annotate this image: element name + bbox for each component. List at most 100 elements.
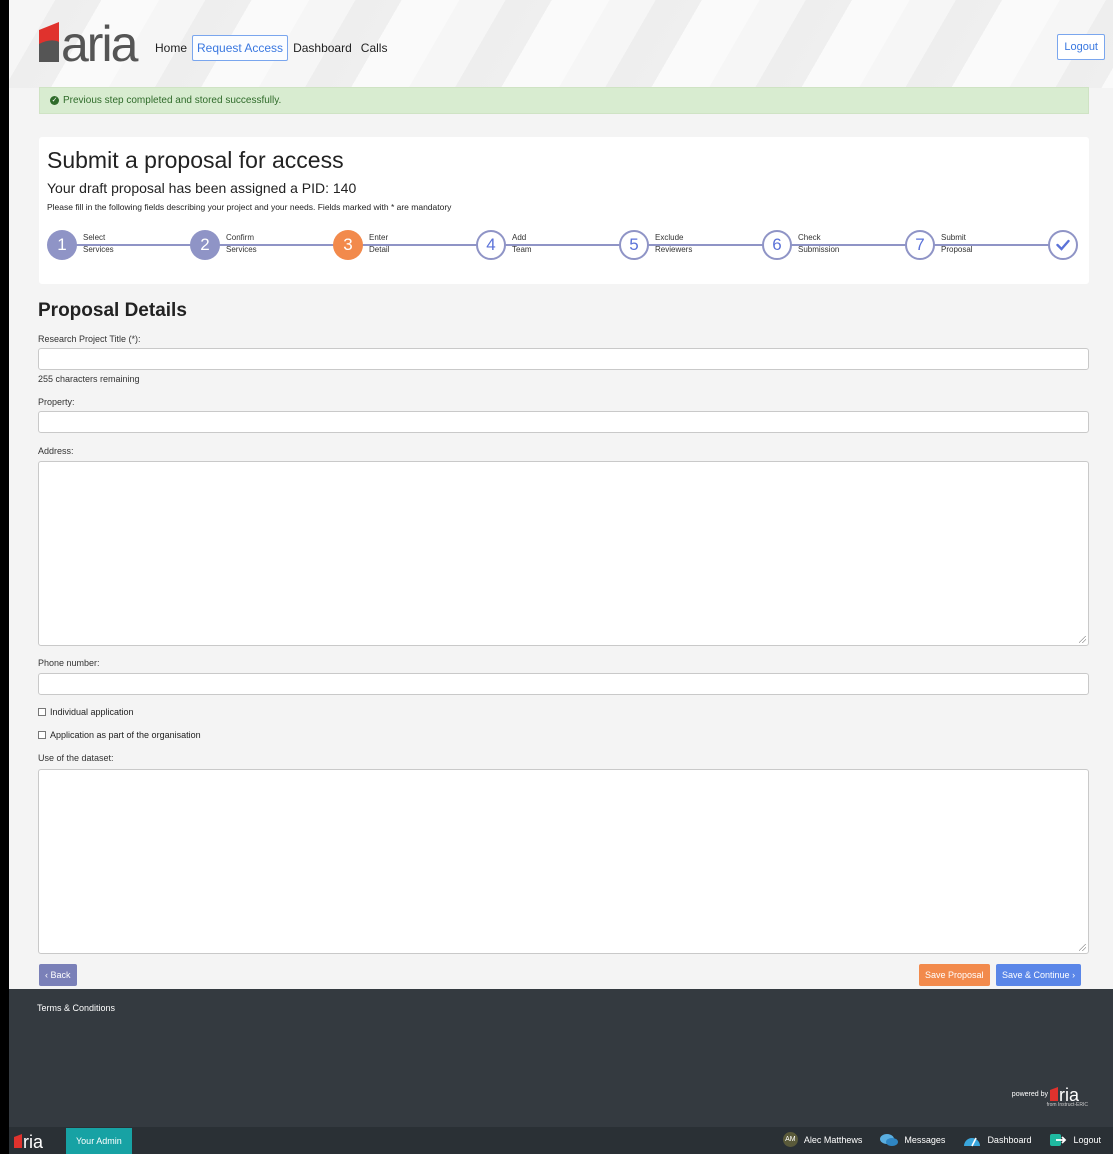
step-2-label: Confirm xyxy=(226,233,257,245)
user-menu[interactable]: AM Alec Matthews xyxy=(782,1132,863,1147)
pid-subtitle: Your draft proposal has been assigned a … xyxy=(47,180,357,196)
research-title-input[interactable] xyxy=(38,348,1089,370)
step-4-label: Add xyxy=(512,233,532,245)
step-7-circle: 7 xyxy=(905,230,935,260)
step-3-sublabel: Detail xyxy=(369,245,390,254)
title-label: Research Project Title (*): xyxy=(38,334,141,344)
powered-by-text: powered by xyxy=(1011,1090,1048,1098)
step-3-circle: 3 xyxy=(333,230,363,260)
dashboard-gauge-icon xyxy=(964,1137,981,1146)
organisation-checkbox[interactable] xyxy=(38,731,46,739)
step-7: 7 Submit Proposal xyxy=(905,230,973,260)
your-admin-button[interactable]: Your Admin xyxy=(66,1128,132,1154)
dataset-textarea[interactable] xyxy=(38,769,1089,954)
aria-footer-logo: ria xyxy=(1050,1086,1080,1102)
step-6-label: Check xyxy=(798,233,840,245)
step-1-label: Select xyxy=(83,233,114,245)
terms-link[interactable]: Terms & Conditions xyxy=(37,1003,115,1013)
dataset-label: Use of the dataset: xyxy=(38,753,114,763)
step-1-sublabel: Services xyxy=(83,245,114,254)
admin-bar-right: AM Alec Matthews Messages Dashboard Logo… xyxy=(765,1132,1101,1147)
step-4-sublabel: Team xyxy=(512,245,532,254)
step-7-sublabel: Proposal xyxy=(941,245,973,254)
svg-text:ria: ria xyxy=(23,1133,44,1149)
proposal-header-card: Submit a proposal for access Your draft … xyxy=(39,137,1089,284)
step-6: 6 Check Submission xyxy=(762,230,840,260)
admin-bar: ria Your Admin AM Alec Matthews Messages xyxy=(9,1127,1113,1154)
step-5-label: Exclude xyxy=(655,233,693,245)
instruct-eric-text: from Instruct-ERIC xyxy=(1046,1102,1088,1108)
powered-by[interactable]: powered by ria from Instruct-ERIC xyxy=(1011,1086,1088,1108)
logout-button[interactable]: Logout xyxy=(1057,34,1105,60)
svg-text:ria: ria xyxy=(1059,1086,1080,1102)
messages-link[interactable]: Messages xyxy=(880,1133,945,1147)
individual-checkbox-row[interactable]: Individual application xyxy=(38,707,134,717)
individual-label: Individual application xyxy=(50,707,134,717)
app-frame: aria Home Request Access Dashboard Calls… xyxy=(9,0,1113,1154)
step-5-sublabel: Reviewers xyxy=(655,245,693,254)
top-navbar: aria Home Request Access Dashboard Calls… xyxy=(9,0,1113,88)
property-label: Property: xyxy=(38,397,75,407)
nav-dashboard[interactable]: Dashboard xyxy=(289,36,356,60)
save-continue-button[interactable]: Save & Continue › xyxy=(996,964,1082,986)
resize-handle-icon[interactable] xyxy=(1079,944,1086,951)
address-label: Address: xyxy=(38,446,74,456)
step-final xyxy=(1048,230,1078,260)
continue-label: Save & Continue xyxy=(1002,970,1070,980)
step-2: 2 Confirm Services xyxy=(190,230,257,260)
phone-input[interactable] xyxy=(38,673,1089,695)
progress-stepper: 1 Select Services 2 Confirm Services 3 Ent… xyxy=(47,230,1092,262)
property-input[interactable] xyxy=(38,411,1089,433)
svg-text:aria: aria xyxy=(61,18,139,64)
avatar: AM xyxy=(782,1132,798,1147)
checkmark-icon xyxy=(1056,239,1070,251)
dashboard-label: Dashboard xyxy=(987,1134,1032,1145)
step-4: 4 Add Team xyxy=(476,230,532,260)
dashboard-link[interactable]: Dashboard xyxy=(963,1133,1031,1147)
alert-message: Previous step completed and stored succe… xyxy=(63,95,282,106)
organisation-checkbox-row[interactable]: Application as part of the organisation xyxy=(38,730,201,740)
step-3-label: Enter xyxy=(369,233,390,245)
user-name: Alec Matthews xyxy=(803,1134,863,1145)
chat-bubbles-icon xyxy=(880,1133,899,1146)
nav-request-access[interactable]: Request Access xyxy=(192,35,289,61)
nav-calls[interactable]: Calls xyxy=(357,36,392,60)
logout-label: Logout xyxy=(1073,1134,1101,1145)
step-5: 5 Exclude Reviewers xyxy=(619,230,693,260)
step-2-sublabel: Services xyxy=(226,245,257,254)
step-2-circle: 2 xyxy=(190,230,220,260)
step-6-sublabel: Submission xyxy=(798,245,840,254)
step-6-circle: 6 xyxy=(762,230,792,260)
back-label: Back xyxy=(50,970,71,980)
intro-text: Please fill in the following fields desc… xyxy=(47,202,452,212)
phone-label: Phone number: xyxy=(38,658,100,668)
messages-label: Messages xyxy=(904,1134,946,1145)
bottom-logout-link[interactable]: Logout xyxy=(1049,1133,1101,1147)
aria-small-logo[interactable]: ria xyxy=(14,1133,59,1149)
success-alert: ✓ Previous step completed and stored suc… xyxy=(39,87,1089,114)
chevron-left-icon: ‹ xyxy=(45,970,48,980)
individual-checkbox[interactable] xyxy=(38,708,46,716)
chars-remaining: 255 characters remaining xyxy=(38,374,140,384)
step-1: 1 Select Services xyxy=(47,230,114,260)
address-textarea[interactable] xyxy=(38,461,1089,646)
back-button[interactable]: ‹ Back xyxy=(39,964,77,986)
nav-home[interactable]: Home xyxy=(151,36,191,60)
step-3: 3 Enter Detail xyxy=(333,230,390,260)
aria-logo[interactable]: aria xyxy=(37,18,139,64)
chevron-right-icon: › xyxy=(1072,970,1076,980)
organisation-label: Application as part of the organisation xyxy=(50,730,201,740)
page-footer: Terms & Conditions powered by ria from I… xyxy=(9,989,1113,1127)
page-title: Submit a proposal for access xyxy=(47,147,344,173)
save-proposal-button[interactable]: Save Proposal xyxy=(919,964,990,986)
check-circle-icon: ✓ xyxy=(50,96,59,105)
step-7-label: Submit xyxy=(941,233,973,245)
logout-arrow-icon xyxy=(1050,1133,1067,1146)
step-1-circle: 1 xyxy=(47,230,77,260)
main-nav: Home Request Access Dashboard Calls xyxy=(151,35,392,61)
step-5-circle: 5 xyxy=(619,230,649,260)
form-heading: Proposal Details xyxy=(38,300,187,321)
resize-handle-icon[interactable] xyxy=(1079,636,1086,643)
step-final-circle xyxy=(1048,230,1078,260)
step-4-circle: 4 xyxy=(476,230,506,260)
